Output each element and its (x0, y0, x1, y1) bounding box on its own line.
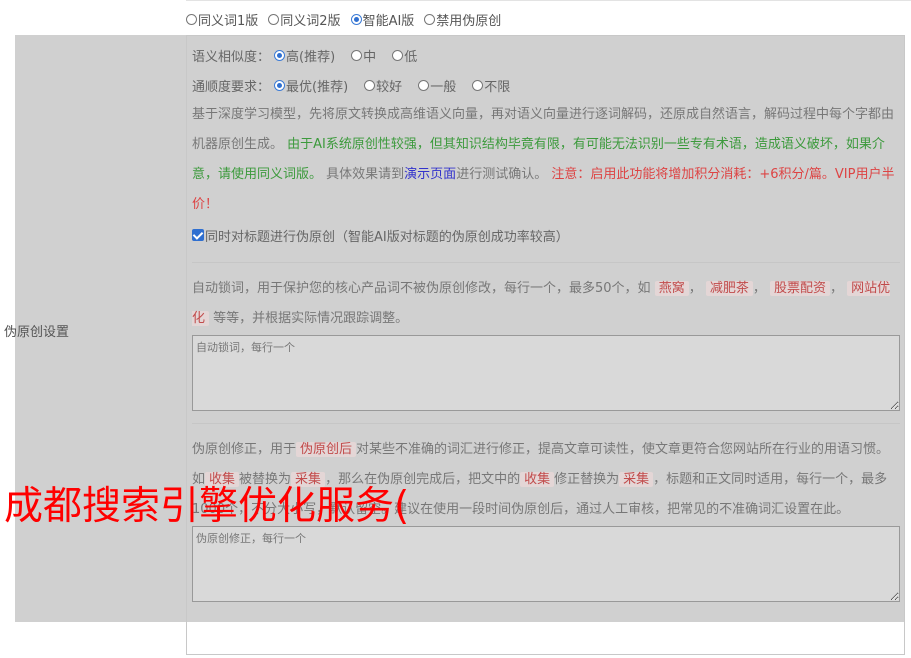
example-tag: 股票配资 (770, 281, 831, 296)
radio-icon[interactable] (186, 13, 197, 25)
fluency-row: 通顺度要求： 最优(推荐) 较好 一般 不限 (192, 70, 900, 100)
demo-page-link[interactable]: 演示页面 (404, 167, 456, 182)
fluency-option-normal[interactable]: 一般 (418, 76, 456, 95)
watermark-text: 成都搜索引擎优化服务( (4, 484, 410, 529)
similarity-option-high[interactable]: 高(推荐) (274, 46, 335, 65)
radio-selected-icon[interactable] (274, 49, 286, 61)
radio-selected-icon[interactable] (274, 79, 286, 91)
radio-icon[interactable] (392, 49, 404, 61)
description-text: 修正替换为 (554, 472, 620, 487)
example-tag: 伪原创后 (296, 442, 357, 457)
version-option-disable[interactable]: 禁用伪原创 (424, 10, 501, 29)
fluency-option-best[interactable]: 最优(推荐) (274, 76, 348, 95)
radio-icon[interactable] (351, 49, 363, 61)
option-label: 不限 (484, 79, 511, 95)
version-label: 智能AI版 (362, 13, 415, 29)
fluency-label: 通顺度要求： (192, 79, 271, 95)
description-text: 伪原创修正，用于 (192, 442, 297, 457)
example-tag: 减肥茶 (705, 281, 753, 296)
title-checkbox-row[interactable]: 同时对标题进行伪原创（智能AI版对标题的伪原创成功率较高） (192, 220, 900, 250)
radio-icon[interactable] (424, 13, 436, 25)
radio-icon[interactable] (364, 79, 376, 91)
correction-textarea[interactable] (192, 526, 900, 602)
example-tag: 收集 (520, 472, 555, 487)
checkbox-checked-icon[interactable] (192, 229, 204, 241)
option-label: 一般 (430, 79, 457, 95)
similarity-option-medium[interactable]: 中 (351, 46, 376, 65)
top-divider (186, 0, 911, 1)
description-text: 自动锁词，用于保护您的核心产品词不被伪原创修改，每行一个，最多50个，如 (192, 281, 651, 296)
lock-words-description: 自动锁词，用于保护您的核心产品词不被伪原创修改，每行一个，最多50个，如 燕窝，… (192, 281, 891, 326)
version-radio-group: 同义词1版 同义词2版 智能AI版 禁用伪原创 (186, 9, 511, 29)
description-text: 等等，并根据实际情况跟踪调整。 (213, 311, 409, 326)
checkbox-label: 同时对标题进行伪原创（智能AI版对标题的伪原创成功率较高） (205, 229, 569, 245)
version-label: 同义词2版 (280, 13, 341, 29)
similarity-option-low[interactable]: 低 (392, 46, 417, 65)
option-label: 最优(推荐) (286, 79, 349, 95)
version-label: 同义词1版 (198, 13, 259, 29)
divider (192, 262, 900, 263)
version-option-synonym2[interactable]: 同义词2版 (268, 10, 341, 29)
radio-icon[interactable] (268, 13, 280, 25)
example-tag: 采集 (619, 472, 654, 487)
similarity-label: 语义相似度： (192, 49, 271, 65)
option-label: 低 (404, 49, 418, 65)
fluency-option-unlimited[interactable]: 不限 (472, 76, 510, 95)
lock-words-textarea[interactable] (192, 335, 900, 411)
version-option-ai[interactable]: 智能AI版 (350, 10, 415, 29)
similarity-row: 语义相似度： 高(推荐) 中 低 (192, 40, 900, 70)
version-option-synonym1[interactable]: 同义词1版 (186, 10, 258, 29)
radio-icon[interactable] (472, 79, 484, 91)
version-label: 禁用伪原创 (436, 13, 502, 29)
ai-description: 基于深度学习模型，先将原文转换成高维语义向量，再对语义向量进行逐词解码，还原成自… (192, 100, 900, 220)
section-label: 伪原创设置 (4, 325, 70, 340)
description-text: 具体效果请到 (326, 167, 405, 182)
radio-selected-icon[interactable] (350, 13, 362, 25)
radio-icon[interactable] (418, 79, 430, 91)
option-label: 中 (363, 49, 377, 65)
fluency-option-good[interactable]: 较好 (364, 76, 402, 95)
option-label: 高(推荐) (286, 49, 336, 65)
example-tag: 燕窝 (654, 281, 689, 296)
divider (192, 423, 900, 424)
description-text: 进行测试确认。 (456, 167, 548, 182)
option-label: 较好 (376, 79, 403, 95)
